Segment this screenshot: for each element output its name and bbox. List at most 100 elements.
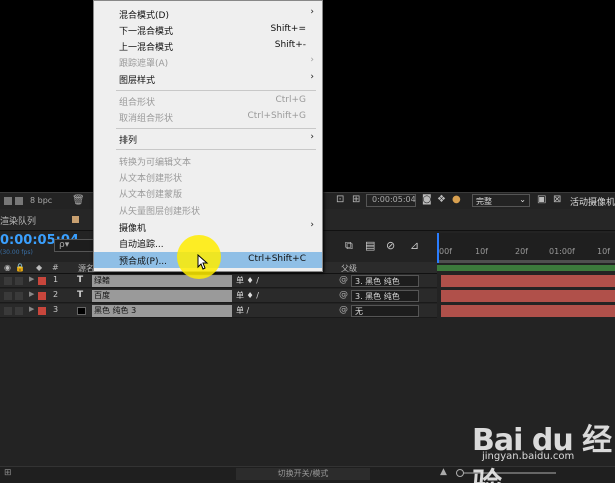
layer-row[interactable]: ▶ 2 T 百度 单 ♦ / @ 3. 黑色 纯色 [0,289,437,303]
visibility-toggle[interactable] [4,292,12,300]
graph-editor-icon[interactable]: ⊿ [410,239,419,252]
menu-item-label: 组合形状 [119,98,156,108]
menu-item-label: 取消组合形状 [119,114,174,124]
submenu-arrow-icon: › [310,55,314,65]
layer-duration-bar[interactable] [441,305,615,317]
time-ruler[interactable]: 00f 10f 20f 01:00f 10f [437,233,615,263]
bpc-label[interactable]: 8 bpc [30,196,52,205]
menu-item-label: 自动追踪... [119,240,164,250]
shy-icon[interactable]: ▤ [365,239,375,252]
menu-item-label: 从矢量图层创建形状 [119,207,201,217]
color-channel-icon[interactable]: ● [452,194,461,205]
menu-item-label: 上一混合模式 [119,43,174,53]
pick-whip-icon[interactable]: @ [339,275,348,285]
mouse-pointer-icon [197,254,209,270]
menu-item-ungroup-shapes: 取消组合形状 Ctrl+Shift+G [94,109,322,125]
toggle-switches-modes[interactable]: 切换开关/模式 [236,468,370,480]
parent-dropdown[interactable]: 3. 黑色 纯色 [351,290,419,302]
label-color[interactable] [38,292,46,300]
layer-switches[interactable]: 单 ♦ / [236,290,259,301]
viewer-timecode: 0:00:05:04 [372,195,416,204]
menu-separator [116,128,316,129]
menu-item-label: 摄像机 [119,224,147,234]
layer-row[interactable]: ▶ 3 黑色 纯色 3 单 / @ 无 [0,304,437,318]
region-icon[interactable]: ⊡ [336,194,344,205]
layer-number: 1 [53,275,59,284]
menu-item-camera[interactable]: 摄像机 › [94,219,322,235]
eye-header-icon: ◉ [4,263,11,272]
menu-item-shortcut: Shift+- [274,40,306,50]
lock-toggle[interactable] [15,277,23,285]
parent-header[interactable]: 父级 [341,263,357,274]
color-icon[interactable] [15,197,23,205]
render-icon[interactable]: ⊞ [4,468,12,478]
expand-arrow-icon[interactable]: ▶ [29,275,34,283]
submenu-arrow-icon: › [310,132,314,142]
menu-item-next-blend-mode[interactable]: 下一混合模式 Shift+= [94,22,322,38]
fast-preview-icon[interactable]: ▣ [537,194,546,205]
menu-separator [116,149,316,150]
menu-item-blend-mode[interactable]: 混合模式(D) › [94,6,322,22]
lock-header-icon: 🔒 [15,263,25,272]
pick-whip-icon[interactable]: @ [339,305,348,315]
trash-icon[interactable]: 🗑 [72,195,85,206]
parent-dropdown[interactable]: 3. 黑色 纯色 [351,275,419,287]
menu-item-arrange[interactable]: 排列 › [94,131,322,147]
menu-item-convert-editable-text: 转换为可编辑文本 [94,153,322,169]
resolution-dropdown[interactable]: 完整 ⌄ [472,194,530,207]
label-color[interactable] [38,277,46,285]
current-time-indicator[interactable] [437,233,439,263]
composition-marker-bar [437,265,615,271]
layer-name[interactable]: 绿鳍 [92,275,232,287]
chevron-down-icon: ⌄ [519,195,526,204]
active-camera-dropdown[interactable]: 活动摄像机 [570,195,615,208]
visibility-toggle[interactable] [4,307,12,315]
lock-toggle[interactable] [15,292,23,300]
draft-3d-icon[interactable]: ⧉ [345,239,353,253]
expand-arrow-icon[interactable]: ▶ [29,305,34,313]
layer-row[interactable]: ▶ 1 T 绿鳍 单 ♦ / @ 3. 黑色 纯色 [0,274,437,288]
menu-item-prev-blend-mode[interactable]: 上一混合模式 Shift+- [94,38,322,54]
visibility-toggle[interactable] [4,277,12,285]
motion-blur-icon[interactable]: ⊘ [386,239,395,252]
composition-tab-icon [72,216,79,223]
parent-dropdown[interactable]: 无 [351,305,419,317]
lock-toggle[interactable] [15,307,23,315]
ruler-tick: 01:00f [549,247,575,256]
layer-name[interactable]: 黑色 纯色 3 [92,305,232,317]
menu-item-layer-styles[interactable]: 图层样式 › [94,71,322,87]
layer-duration-bar[interactable] [441,275,615,287]
solid-layer-icon [77,307,86,315]
ruler-tick: 00f [439,247,452,256]
menu-item-label: 从文本创建蒙版 [119,190,183,200]
zoom-slider-handle[interactable] [456,469,464,477]
baidu-watermark-url: jingyan.baidu.com [482,451,575,462]
menu-item-create-masks-from-text: 从文本创建蒙版 [94,185,322,201]
menu-item-shortcut: Shift+= [270,24,306,34]
transparency-grid-icon[interactable]: ⊞ [352,194,360,205]
menu-item-create-shapes-from-text: 从文本创建形状 [94,169,322,185]
label-color[interactable] [38,307,46,315]
context-menu: 混合模式(D) › 下一混合模式 Shift+= 上一混合模式 Shift+- … [93,0,323,272]
fps-label: (30.00 fps) [0,249,33,256]
menu-item-label: 图层样式 [119,76,156,86]
grid-toggle-icon[interactable]: ⊠ [553,194,561,205]
tab-render-queue[interactable]: 渲染队列 [0,214,36,227]
menu-item-shortcut: Ctrl+G [275,95,306,105]
zoom-out-icon[interactable]: ▲ [440,467,447,477]
camera-snapshot-icon[interactable]: ◙ [422,194,432,205]
pick-whip-icon[interactable]: @ [339,290,348,300]
layer-duration-bar[interactable] [441,290,615,302]
expand-arrow-icon[interactable]: ▶ [29,290,34,298]
layer-switches[interactable]: 单 ♦ / [236,275,259,286]
menu-item-label: 转换为可编辑文本 [119,158,192,168]
menu-item-label: 下一混合模式 [119,27,174,37]
menu-item-create-shapes-from-vector: 从矢量图层创建形状 [94,202,322,218]
show-snapshot-icon[interactable]: ❖ [437,194,446,205]
layer-name[interactable]: 百度 [92,290,232,302]
grid-icon[interactable] [4,197,12,205]
menu-item-shortcut: Ctrl+Shift+C [248,254,306,264]
layer-switches[interactable]: 单 / [236,305,249,316]
layer-number: 3 [53,305,59,314]
work-area-bar[interactable] [437,260,615,263]
